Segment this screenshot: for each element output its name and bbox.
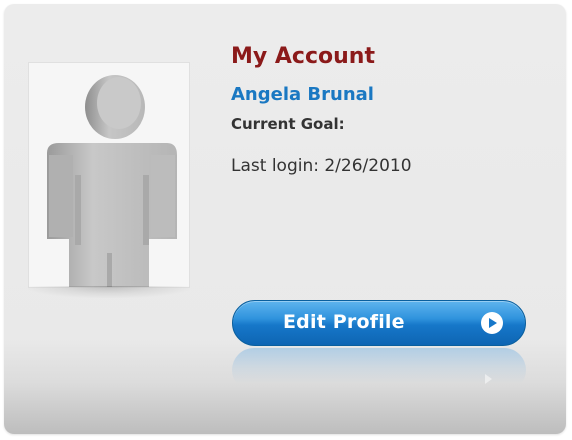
last-login-text: Last login: 2/26/2010 <box>231 156 412 176</box>
user-name-link[interactable]: Angela Brunal <box>231 84 374 105</box>
avatar-shadow <box>28 286 190 298</box>
reflection-arrow-icon <box>485 374 492 384</box>
edit-profile-button[interactable]: Edit Profile <box>232 300 526 346</box>
account-card: My Account Angela Brunal Current Goal: L… <box>4 4 566 434</box>
avatar <box>28 62 190 288</box>
page-title: My Account <box>231 44 375 69</box>
play-arrow-icon <box>481 312 503 334</box>
user-silhouette-icon <box>47 75 177 287</box>
button-reflection <box>232 348 526 392</box>
edit-profile-label: Edit Profile <box>283 311 405 333</box>
current-goal-label: Current Goal: <box>231 115 345 133</box>
